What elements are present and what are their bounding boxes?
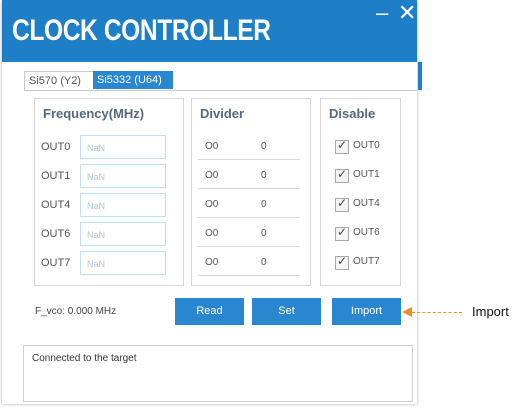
disable-checkbox-out6[interactable]: ✓ OUT6 [335,224,395,244]
frequency-panel: Frequency(MHz) OUT0 NaN OUT1 NaN OUT4 Na… [34,98,184,286]
divider-value: 0 [261,228,267,239]
divider-label: O0 [205,228,219,239]
frequency-input-out1[interactable]: NaN [80,164,166,188]
freq-row-out1: OUT1 NaN [41,164,175,188]
checkbox[interactable]: ✓ [335,138,349,154]
freq-label: OUT4 [41,199,71,211]
divider-row[interactable]: O0 0 [198,222,300,247]
freq-label: OUT1 [41,170,71,182]
read-button[interactable]: Read [175,298,244,325]
freq-label: OUT0 [41,141,71,153]
disable-checkbox-out7[interactable]: ✓ OUT7 [335,253,395,273]
app-title: CLOCK CONTROLLER [12,14,271,47]
checkbox[interactable]: ✓ [335,196,349,212]
frequency-header: Frequency(MHz) [43,106,145,121]
disable-label: OUT1 [353,169,380,180]
freq-label: OUT6 [41,228,71,240]
status-message: Connected to the target [32,353,137,364]
minimize-icon[interactable]: – [376,2,388,24]
freq-row-out6: OUT6 NaN [41,222,175,246]
window-edge [418,62,422,90]
import-button[interactable]: Import [332,298,401,325]
disable-label: OUT0 [353,140,380,151]
frequency-input-out6[interactable]: NaN [80,222,166,246]
arrow-icon [402,307,412,317]
divider-row[interactable]: O0 0 [198,135,300,160]
check-icon: ✓ [337,138,348,152]
freq-row-out4: OUT4 NaN [41,193,175,217]
divider-row[interactable]: O0 0 [198,164,300,189]
disable-header: Disable [329,106,376,121]
check-icon: ✓ [337,225,348,239]
callout-line [412,312,462,313]
disable-panel: Disable ✓ OUT0 ✓ OUT1 ✓ OUT4 ✓ OUT6 ✓ OU… [320,98,401,286]
divider-label: O0 [205,170,219,181]
divider-label: O0 [205,257,219,268]
title-bar: CLOCK CONTROLLER – ✕ [2,0,417,62]
callout-label: Import [472,304,509,319]
divider-label: O0 [205,199,219,210]
disable-label: OUT6 [353,227,380,238]
frequency-input-out7[interactable]: NaN [80,251,166,275]
tab-si5332[interactable]: Si5332 (U64) [93,71,173,89]
check-icon: ✓ [337,167,348,181]
divider-value: 0 [261,170,267,181]
divider-panel: Divider O0 0 O0 0 O0 0 O0 0 O0 0 [191,98,311,286]
freq-label: OUT7 [41,257,71,269]
divider-value: 0 [261,141,267,152]
freq-row-out0: OUT0 NaN [41,135,175,159]
tab-si570[interactable]: Si570 (Y2) [24,71,98,90]
set-button[interactable]: Set [252,298,321,325]
fvco-readout: F_vco: 0.000 MHz [35,306,117,317]
divider-value: 0 [261,257,267,268]
tab-divider [24,90,417,91]
divider-label: O0 [205,141,219,152]
divider-header: Divider [200,106,245,121]
checkbox[interactable]: ✓ [335,167,349,183]
freq-row-out7: OUT7 NaN [41,251,175,275]
check-icon: ✓ [337,254,348,268]
divider-value: 0 [261,199,267,210]
close-icon[interactable]: ✕ [398,2,416,24]
divider-row[interactable]: O0 0 [198,193,300,218]
checkbox[interactable]: ✓ [335,254,349,270]
frequency-input-out4[interactable]: NaN [80,193,166,217]
check-icon: ✓ [337,196,348,210]
checkbox[interactable]: ✓ [335,225,349,241]
clock-controller-window: CLOCK CONTROLLER – ✕ Si570 (Y2) Si5332 (… [2,0,417,404]
disable-checkbox-out4[interactable]: ✓ OUT4 [335,195,395,215]
disable-checkbox-out0[interactable]: ✓ OUT0 [335,137,395,157]
disable-label: OUT7 [353,256,380,267]
disable-checkbox-out1[interactable]: ✓ OUT1 [335,166,395,186]
frequency-input-out0[interactable]: NaN [80,135,166,159]
status-log: Connected to the target [23,345,413,402]
disable-label: OUT4 [353,198,380,209]
divider-row[interactable]: O0 0 [198,251,300,276]
